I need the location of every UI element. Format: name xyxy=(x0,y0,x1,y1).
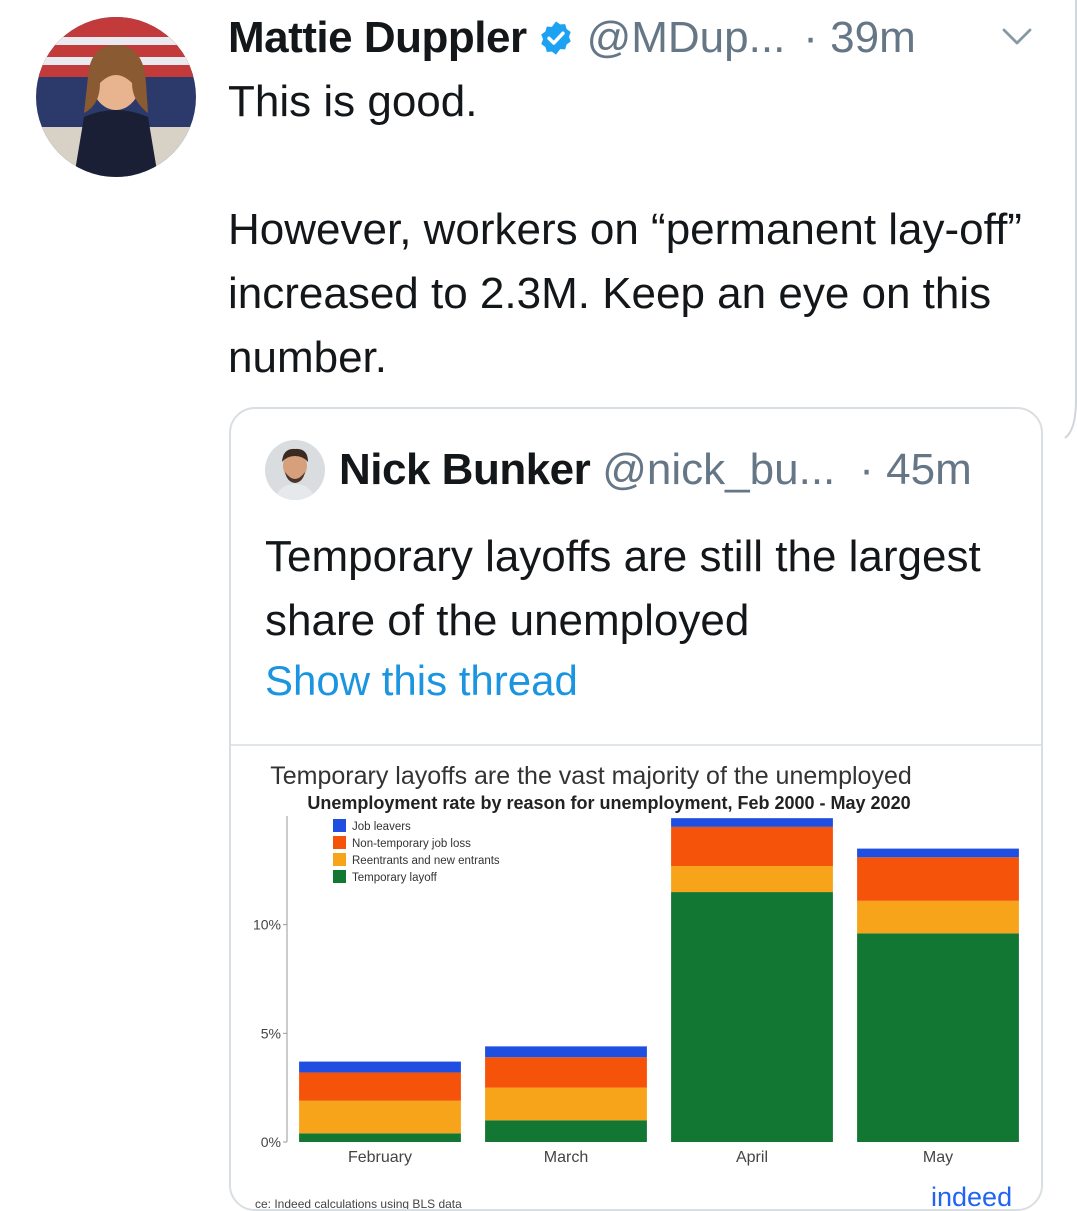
bar-segment xyxy=(485,1057,647,1088)
quoted-author-name[interactable]: Nick Bunker xyxy=(339,445,591,495)
chart-image[interactable]: Temporary layoffs are the vast majority … xyxy=(231,744,1041,1211)
bar-segment xyxy=(671,826,833,866)
bar-segment xyxy=(671,865,833,893)
show-thread-link[interactable]: Show this thread xyxy=(265,657,578,705)
scroll-edge xyxy=(1063,0,1077,440)
quoted-author-avatar[interactable] xyxy=(265,440,325,500)
legend-swatch xyxy=(333,870,346,883)
y-tick-label: 0% xyxy=(261,1134,281,1150)
bar-segment xyxy=(485,1046,647,1058)
bar-segment xyxy=(299,1100,461,1134)
quoted-tweet-text: Temporary layoffs are still the largest … xyxy=(265,532,981,645)
author-handle[interactable]: @MDup... xyxy=(587,13,786,63)
quoted-author-handle[interactable]: @nick_bu... xyxy=(602,445,835,495)
chart-subtitle: Unemployment rate by reason for unemploy… xyxy=(307,793,910,813)
legend-label: Reentrants and new entrants xyxy=(352,855,500,867)
quoted-tweet-timestamp[interactable]: · 45m xyxy=(859,445,971,495)
legend-swatch xyxy=(333,853,346,866)
chart-title: Temporary layoffs are the vast majority … xyxy=(270,762,912,790)
legend-swatch xyxy=(333,836,346,849)
tweet-text: This is good. However, workers on “perma… xyxy=(228,77,1022,382)
bar-segment xyxy=(299,1072,461,1101)
y-axis: 0% 5% 10% xyxy=(253,816,288,1150)
stacked-bar-chart: Temporary layoffs are the vast majority … xyxy=(253,762,1019,1211)
x-tick-label: April xyxy=(736,1149,768,1166)
bar-segment xyxy=(299,1133,461,1142)
x-tick-label: May xyxy=(923,1149,953,1166)
quoted-tweet-card[interactable]: Nick Bunker @nick_bu... · 45m Temporary … xyxy=(229,407,1043,1211)
bar-segment xyxy=(485,1087,647,1121)
legend-label: Non-temporary job loss xyxy=(352,838,471,850)
legend-swatch xyxy=(333,819,346,832)
quoted-tweet-header: Nick Bunker @nick_bu... · 45m xyxy=(265,439,1025,501)
x-tick-label: March xyxy=(544,1149,588,1166)
author-name[interactable]: Mattie Duppler xyxy=(228,13,527,63)
bar-segment xyxy=(857,848,1019,858)
chart-source: ce: Indeed calculations using BLS data xyxy=(255,1197,462,1211)
bar-segment xyxy=(299,1061,461,1073)
bar-segment xyxy=(857,900,1019,934)
y-tick-label: 10% xyxy=(253,917,281,933)
bar-segment xyxy=(671,892,833,1142)
tweet-timestamp[interactable]: · 39m xyxy=(803,13,915,63)
bar-segment xyxy=(671,818,833,827)
chevron-down-icon[interactable] xyxy=(1000,22,1034,52)
author-avatar[interactable] xyxy=(36,17,196,177)
bar-segment xyxy=(857,933,1019,1142)
tweet-header: Mattie Duppler @MDup... · 39m xyxy=(228,10,1058,66)
chart-legend: Job leavers Non-temporary job loss Reentra… xyxy=(333,819,500,884)
bar-segment xyxy=(485,1120,647,1142)
x-tick-label: February xyxy=(348,1149,412,1166)
legend-label: Temporary layoff xyxy=(352,872,438,884)
indeed-logo: indeed xyxy=(931,1182,1012,1211)
x-axis: February March April May xyxy=(348,1149,953,1166)
verified-badge-icon xyxy=(537,19,575,57)
legend-label: Job leavers xyxy=(352,821,411,833)
bar-segment xyxy=(857,857,1019,901)
y-tick-label: 5% xyxy=(261,1025,281,1041)
